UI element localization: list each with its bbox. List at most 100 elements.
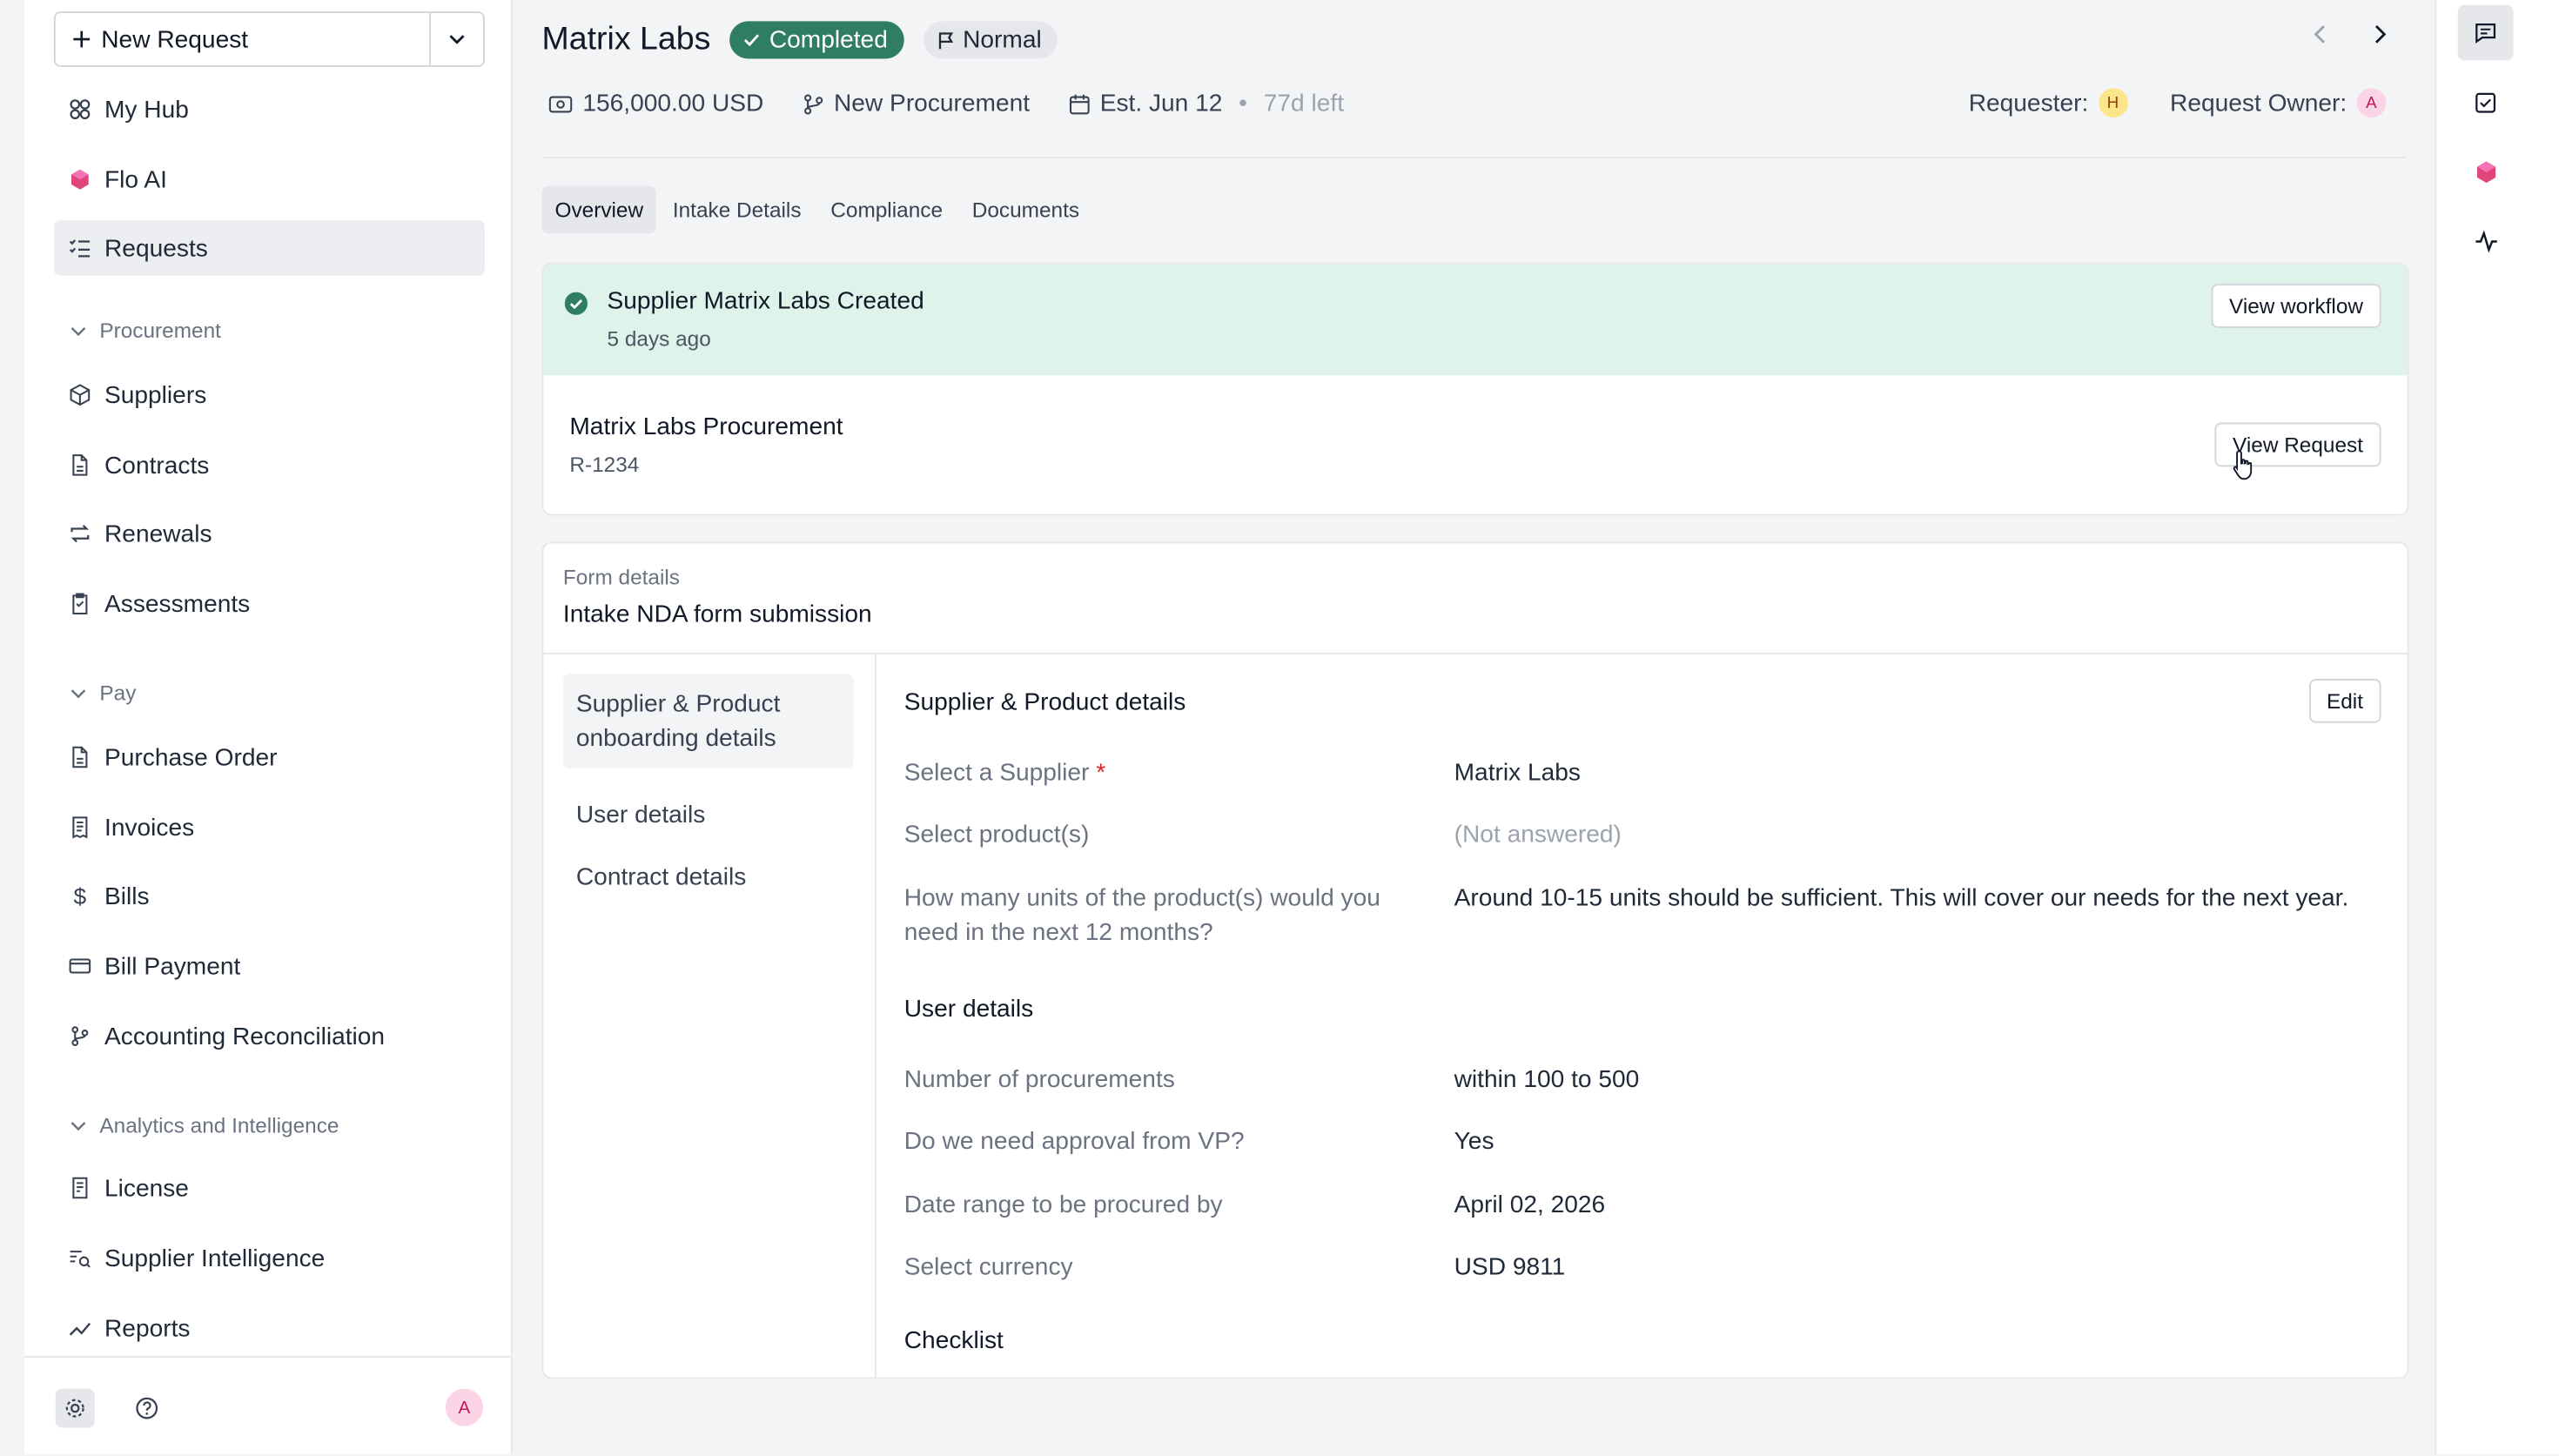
section-procurement[interactable]: Procurement [71,319,221,343]
requester[interactable]: Requester: H [1969,88,2128,117]
request-title: Matrix Labs Procurement [569,413,843,440]
sidebar-item-label: Bill Payment [104,952,240,980]
chevron-down-icon [71,685,87,701]
field-label: Number of procurements [904,1063,1410,1097]
sidebar-item-label: My Hub [104,96,189,124]
new-request-dropdown[interactable] [429,13,483,65]
record-navigation [2311,23,2389,45]
sidebar-item-license[interactable]: License [54,1160,485,1216]
owner-avatar: A [2357,88,2387,117]
form-card: Form details Intake NDA form submission … [542,542,2409,1379]
section-label: Analytics and Intelligence [99,1113,339,1137]
chevron-down-icon [447,30,467,50]
sidebar-item-label: Requests [104,234,208,262]
sidebar-item-bills[interactable]: $ Bills [54,869,485,924]
new-request-label: New Request [101,25,248,53]
comments-button[interactable] [2458,5,2514,61]
people-row: Requester: H Request Owner: A [1969,88,2387,117]
header-title-row: Matrix Labs Completed Normal [542,21,1058,58]
sidebar-footer: A [24,1356,511,1455]
settings-button[interactable] [56,1389,95,1428]
required-mark: * [1096,759,1105,787]
check-icon [743,31,762,50]
clipboard-icon [69,593,91,615]
sidebar-item-label: Renewals [104,520,212,547]
tab-compliance[interactable]: Compliance [817,186,956,233]
edit-button[interactable]: Edit [2308,679,2381,723]
sidebar-item-purchase-order[interactable]: Purchase Order [54,729,485,785]
tab-overview[interactable]: Overview [542,186,657,233]
field-value: USD 9811 [1454,1250,2368,1284]
plus-icon [72,30,92,50]
activity-button[interactable] [2458,214,2514,270]
form-section-nav: Supplier & Product onboarding details Us… [543,653,877,1378]
view-workflow-button[interactable]: View workflow [2211,284,2381,328]
sidebar-item-label: Accounting Reconciliation [104,1023,385,1050]
sidebar-item-renewals[interactable]: Renewals [54,506,485,561]
field-label: How many units of the product(s) would y… [904,882,1410,950]
sidebar-item-bill-payment[interactable]: Bill Payment [54,938,485,994]
pulse-icon [2474,230,2498,252]
hand-cursor-icon [2231,449,2257,482]
sidebar-item-requests[interactable]: Requests [54,220,485,276]
tasks-button[interactable] [2458,75,2514,131]
help-icon [136,1397,158,1419]
requester-label: Requester: [1969,89,2089,117]
sidebar-item-label: Purchase Order [104,743,278,771]
form-name: Intake NDA form submission [563,601,872,628]
chevron-down-icon [71,322,87,339]
supplier-section-heading: Supplier & Product details [904,688,1186,716]
field-value: April 02, 2026 [1454,1188,2368,1222]
estimated-date: Est. Jun 12 • 77d left [1069,90,1344,117]
flo-ai-button[interactable] [2458,144,2514,199]
sidebar-item-suppliers[interactable]: Suppliers [54,367,485,423]
search-list-icon [69,1247,91,1270]
status-label: Completed [769,26,888,54]
list-check-icon [69,237,91,259]
sidebar-item-assessments[interactable]: Assessments [54,576,485,632]
main-content: Matrix Labs Completed Normal 156,000.00 … [513,0,2435,1454]
repeat-icon [69,522,91,545]
tab-intake-details[interactable]: Intake Details [660,186,815,233]
request-id: R-1234 [569,452,639,476]
separator-dot: • [1239,90,1247,117]
new-request-split-button: New Request [54,11,485,67]
sidebar-item-label: Invoices [104,814,194,842]
chevron-left-icon[interactable] [2311,23,2331,45]
sidebar-item-reports[interactable]: Reports [54,1300,485,1356]
sidebar-item-label: Reports [104,1314,190,1342]
sidebar-item-flo-ai[interactable]: Flo AI [54,151,485,207]
dollar-icon: $ [69,884,91,907]
sidebar-item-my-hub[interactable]: My Hub [54,82,485,138]
sidebar-item-accounting-reconciliation[interactable]: Accounting Reconciliation [54,1009,485,1064]
priority-label: Normal [963,26,1042,54]
sidebar-item-label: Flo AI [104,165,167,193]
user-avatar[interactable]: A [446,1389,483,1426]
chevron-right-icon[interactable] [2370,23,2390,45]
priority-badge[interactable]: Normal [924,21,1058,58]
section-analytics[interactable]: Analytics and Intelligence [71,1113,339,1137]
sidebar-item-contracts[interactable]: Contracts [54,438,485,493]
form-section-contract-details[interactable]: Contract details [563,847,854,907]
activity-title: Supplier Matrix Labs Created [608,287,924,315]
flag-icon [937,30,955,50]
est-value: Est. Jun 12 [1100,90,1223,117]
section-pay[interactable]: Pay [71,681,137,705]
sidebar-item-invoices[interactable]: Invoices [54,800,485,855]
section-label: Procurement [99,319,221,343]
request-owner[interactable]: Request Owner: A [2170,88,2386,117]
field-value: Matrix Labs [1454,755,2368,789]
field-value: Yes [1454,1124,2368,1158]
chevron-down-icon [71,1117,87,1133]
checkbox-icon [2475,91,2497,114]
field-label: Do we need approval from VP? [904,1124,1410,1158]
workflow-type: New Procurement [803,90,1030,117]
help-button[interactable] [127,1389,166,1428]
git-branch-icon [803,92,823,115]
owner-label: Request Owner: [2170,89,2347,117]
form-section-user-details[interactable]: User details [563,785,854,845]
sidebar-item-supplier-intelligence[interactable]: Supplier Intelligence [54,1231,485,1286]
form-section-supplier-product[interactable]: Supplier & Product onboarding details [563,674,854,768]
tab-documents[interactable]: Documents [959,186,1092,233]
new-request-button[interactable]: New Request [56,13,429,65]
